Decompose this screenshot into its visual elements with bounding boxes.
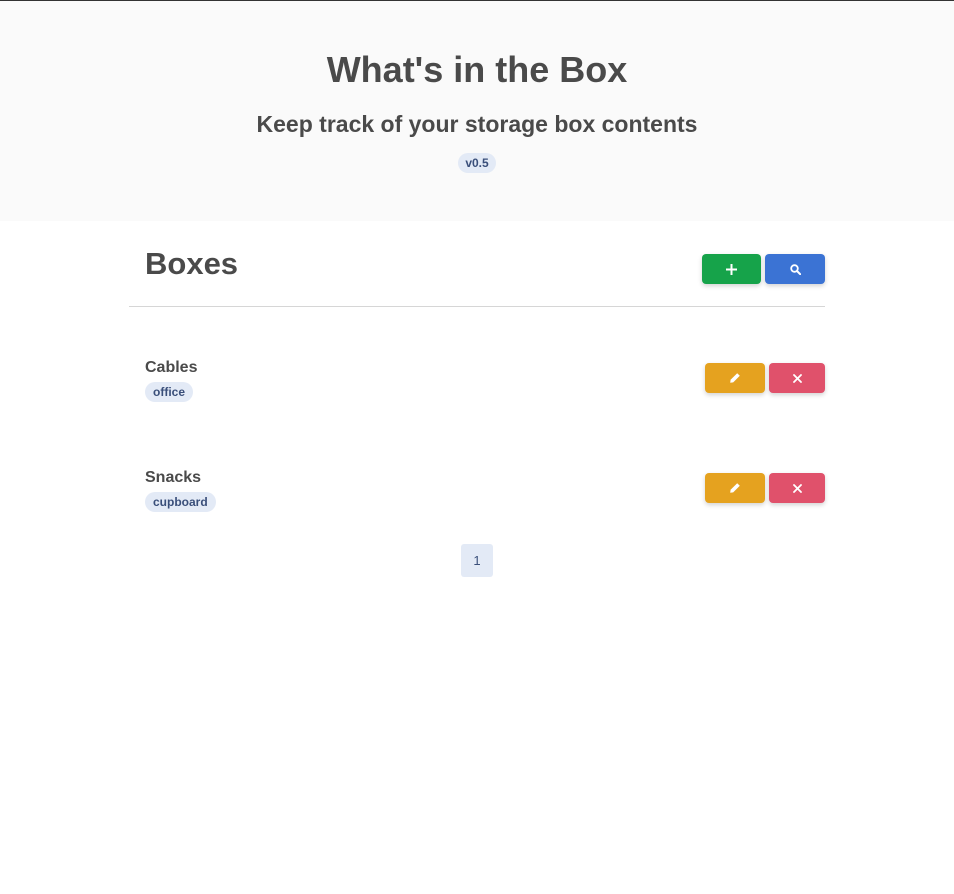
pencil-icon [729,482,741,494]
box-name[interactable]: Cables [145,358,197,378]
search-box-button[interactable] [765,254,825,284]
plus-icon [726,263,737,275]
box-tag: office [145,382,194,402]
boxes-heading: Boxes [145,246,239,281]
search-icon [789,263,801,275]
edit-box-button[interactable] [705,363,765,393]
delete-box-button[interactable] [769,363,825,393]
pagination-page-1[interactable]: 1 [461,544,493,577]
pencil-icon [729,372,741,384]
page-title: What's in the Box [326,49,628,90]
hero-banner: What's in the Box Keep track of your sto… [0,1,954,221]
delete-box-button[interactable] [769,473,825,503]
close-icon [792,373,802,383]
version-badge: v0.5 [458,153,496,173]
box-name[interactable]: Snacks [145,468,201,488]
edit-box-button[interactable] [705,473,765,503]
page-subtitle: Keep track of your storage box contents [256,111,698,137]
add-box-button[interactable] [702,254,761,284]
section-divider [129,306,825,307]
box-tag: cupboard [145,492,216,512]
close-icon [792,483,802,493]
